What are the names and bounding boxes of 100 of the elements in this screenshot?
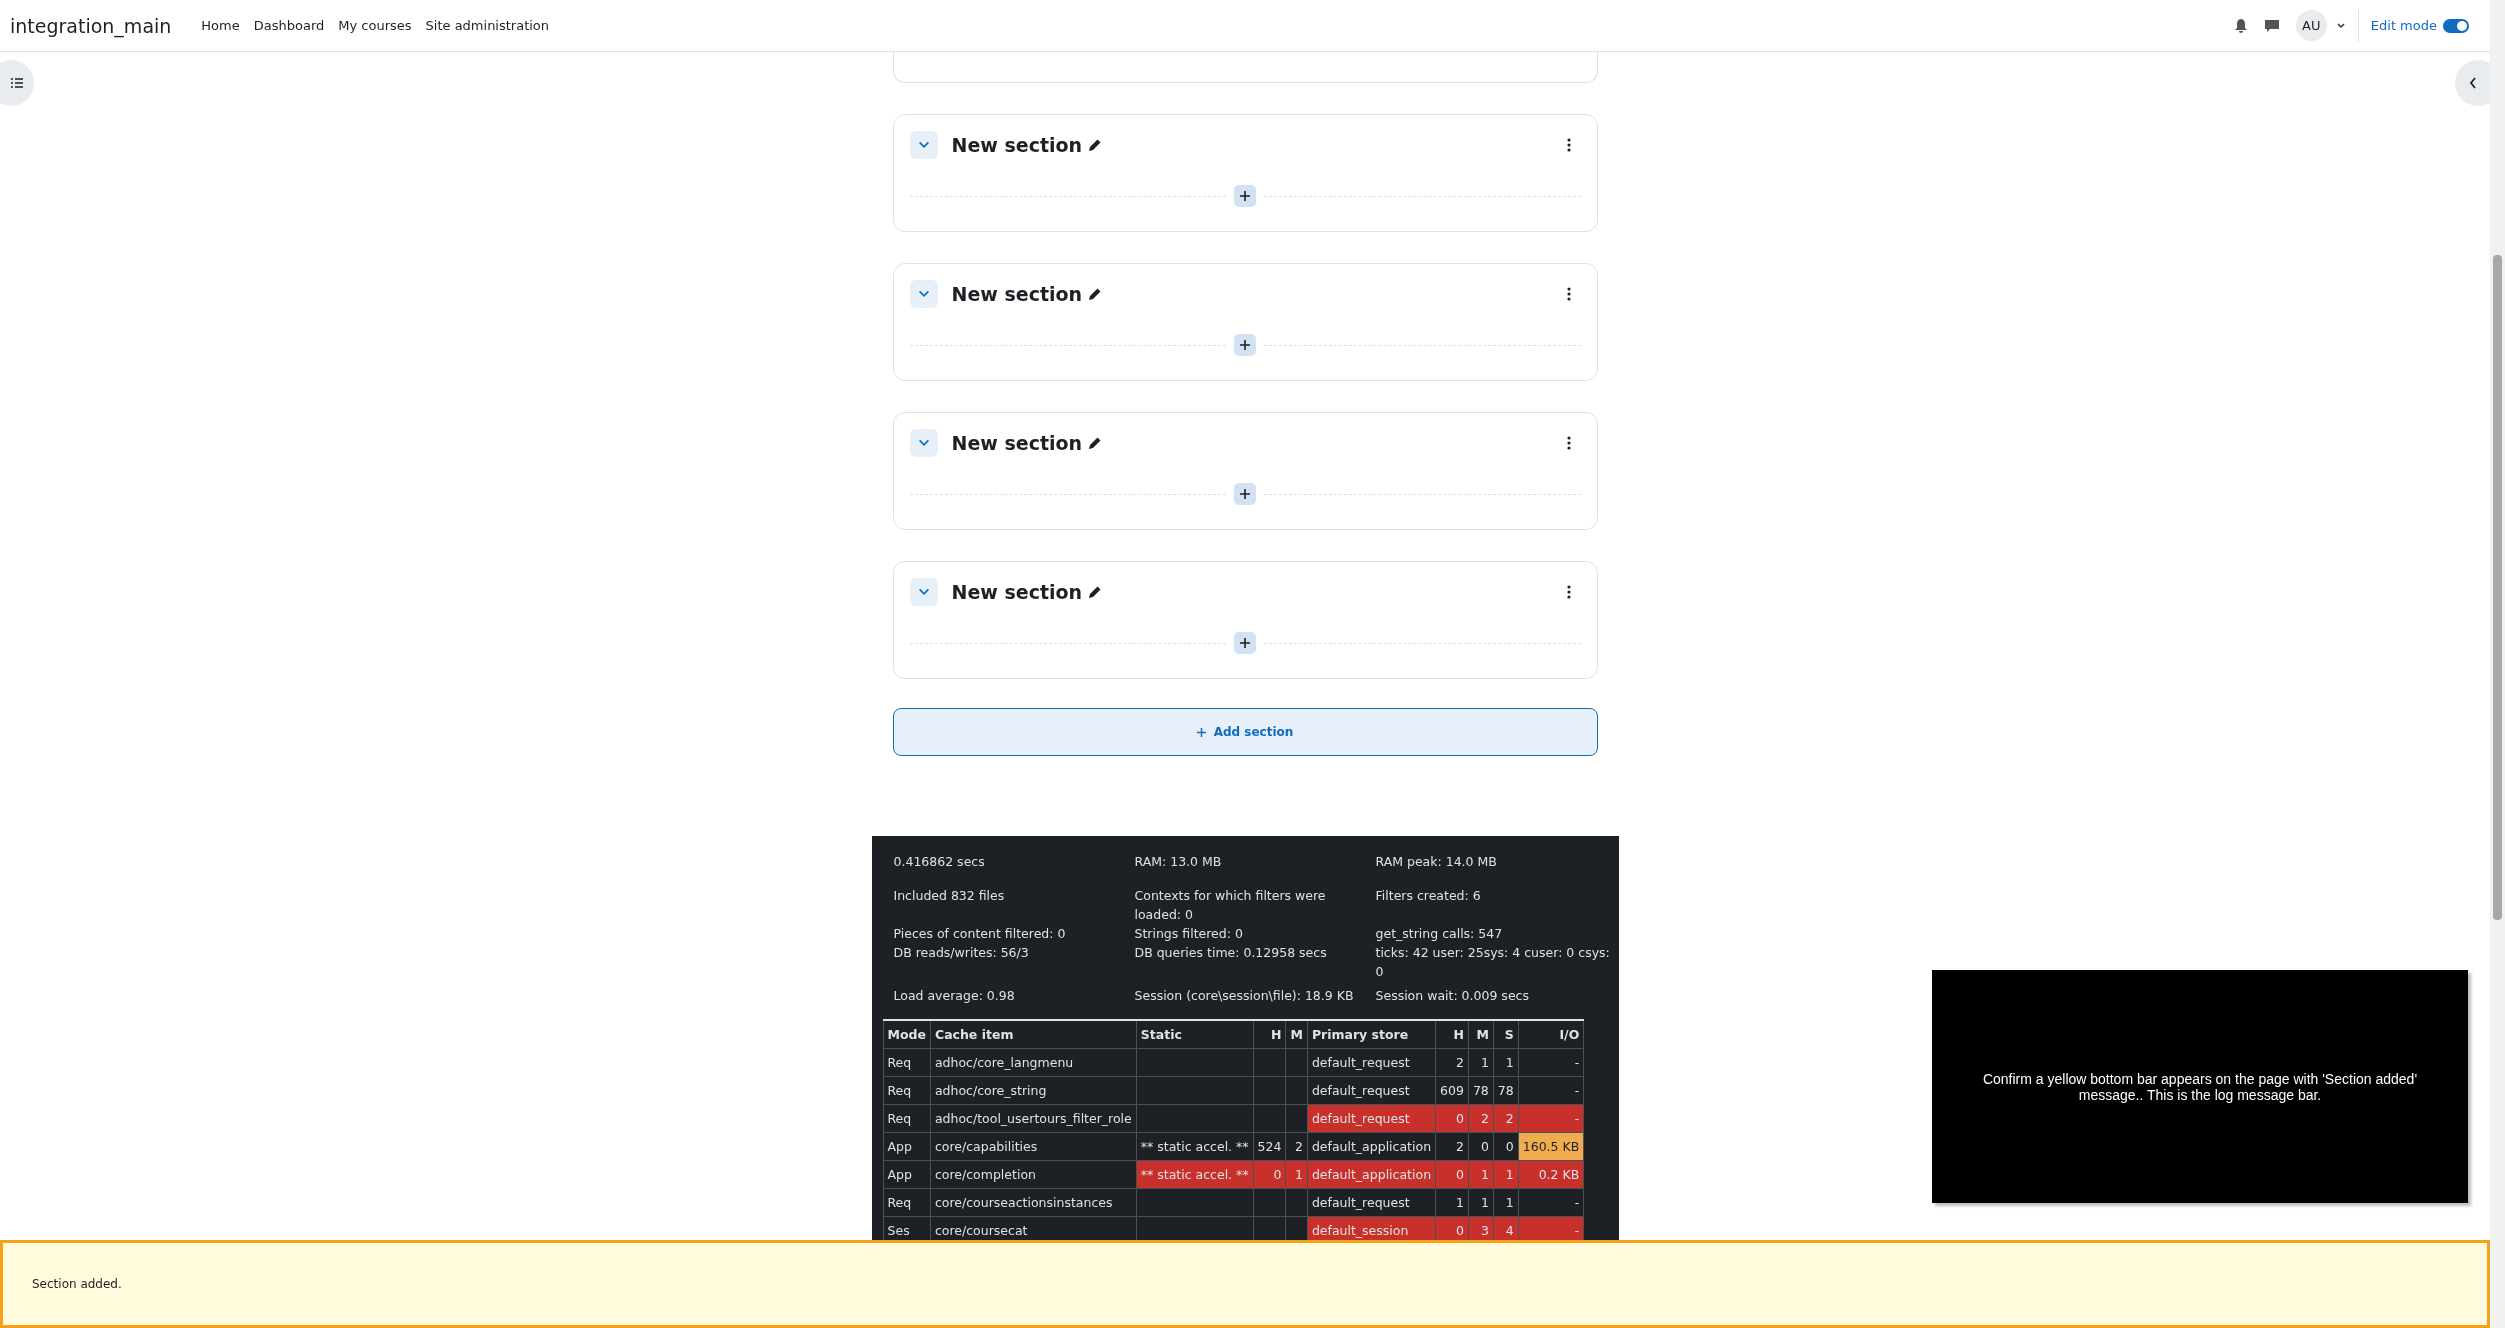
scrollbar[interactable] (2490, 0, 2505, 1328)
table-cell: - (1518, 1048, 1584, 1077)
kebab-menu-icon[interactable] (1566, 287, 1571, 301)
performance-stat: Load average: 0.98 (893, 987, 1016, 1005)
table-cell: Req (883, 1188, 931, 1217)
nav-link[interactable]: Home (201, 18, 240, 33)
table-cell (1253, 1048, 1286, 1077)
performance-stat: DB queries time: 0.12958 secs (1134, 944, 1328, 962)
table-cell: core/completion (930, 1160, 1137, 1189)
table-cell: default_request (1307, 1188, 1436, 1217)
table-cell (1285, 1188, 1308, 1217)
pencil-icon[interactable] (1088, 585, 1103, 599)
table-cell (1253, 1188, 1286, 1217)
pencil-icon[interactable] (1088, 287, 1103, 301)
chat-icon[interactable] (2263, 17, 2280, 34)
column-header: I/O (1518, 1020, 1584, 1049)
add-activity-button[interactable] (1234, 632, 1256, 654)
log-message: Section added. (32, 1277, 122, 1291)
table-cell: adhoc/core_string (930, 1076, 1137, 1105)
pencil-icon[interactable] (1088, 436, 1103, 450)
nav-link[interactable]: Dashboard (253, 18, 325, 33)
table-cell: 1 (1435, 1188, 1469, 1217)
table-cell: 2 (1435, 1048, 1469, 1077)
table-cell (1253, 1076, 1286, 1105)
plus-icon (1240, 191, 1250, 201)
nav-link[interactable]: My courses (338, 18, 412, 33)
table-cell (1285, 1076, 1308, 1105)
table-cell: - (1518, 1104, 1584, 1133)
kebab-menu-icon[interactable] (1566, 138, 1571, 152)
column-header: Cache item (930, 1020, 1137, 1049)
performance-stat: ticks: 42 user: 25sys: 4 cuser: 0 csys: 0 (1375, 944, 1611, 981)
course-index-button[interactable] (0, 60, 34, 106)
plus-icon (1240, 489, 1250, 499)
table-cell: - (1518, 1076, 1584, 1105)
add-section-button[interactable]: Add section (892, 708, 1598, 756)
table-cell: adhoc/core_langmenu (930, 1048, 1137, 1077)
edit-mode-label: Edit mode (2370, 18, 2437, 33)
table-cell: 78 (1468, 1076, 1494, 1105)
add-activity-button[interactable] (1234, 483, 1256, 505)
bell-icon[interactable] (2233, 17, 2248, 34)
table-cell: ** static accel. ** (1136, 1132, 1254, 1161)
table-cell: default_request (1307, 1076, 1436, 1105)
table-cell (1253, 1104, 1286, 1133)
kebab-menu-icon[interactable] (1566, 585, 1571, 599)
table-cell (1285, 1048, 1308, 1077)
performance-stat: Filters created: 6 (1375, 887, 1482, 905)
site-name[interactable]: integration_main (10, 14, 172, 37)
chevron-left-icon (2468, 77, 2477, 89)
table-cell: default_request (1307, 1048, 1436, 1077)
plus-icon (1240, 340, 1250, 350)
section-title: New section (951, 134, 1083, 156)
column-header: M (1468, 1020, 1494, 1049)
table-cell: - (1518, 1188, 1584, 1217)
add-activity-button[interactable] (1234, 185, 1256, 207)
column-header: Primary store (1307, 1020, 1436, 1049)
caret-icon[interactable] (2335, 21, 2346, 30)
table-cell: ** static accel. ** (1136, 1160, 1254, 1189)
performance-stat: get_string calls: 547 (1375, 925, 1504, 943)
column-header: S (1493, 1020, 1519, 1049)
performance-stat: DB reads/writes: 56/3 (893, 944, 1030, 962)
table-cell: Req (883, 1104, 931, 1133)
performance-stat: Pieces of content filtered: 0 (893, 925, 1067, 943)
table-cell: Req (883, 1076, 931, 1105)
table-cell: App (883, 1160, 931, 1189)
performance-stat: RAM peak: 14.0 MB (1375, 853, 1498, 871)
pencil-icon[interactable] (1088, 138, 1103, 152)
table-cell: 0 (1493, 1132, 1519, 1161)
table-cell (1285, 1104, 1308, 1133)
table-cell: 0.2 KB (1518, 1160, 1584, 1189)
table-cell: default_application (1307, 1160, 1436, 1189)
user-avatar[interactable]: AU (2295, 10, 2327, 41)
column-header: Static (1136, 1020, 1254, 1049)
section-title: New section (951, 283, 1083, 305)
table-cell: 0 (1468, 1132, 1494, 1161)
column-header: M (1285, 1020, 1308, 1049)
table-cell: 2 (1285, 1132, 1308, 1161)
performance-stat: Strings filtered: 0 (1134, 925, 1244, 943)
plus-icon (1196, 727, 1206, 737)
performance-stat: Session (core\session\file): 18.9 KB (1134, 987, 1355, 1005)
table-cell: 160.5 KB (1518, 1132, 1584, 1161)
column-header: Mode (883, 1020, 931, 1049)
table-cell: 1 (1493, 1188, 1519, 1217)
table-cell: 524 (1253, 1132, 1286, 1161)
table-cell: 1 (1468, 1048, 1494, 1077)
list-icon (11, 78, 23, 88)
performance-stat: 0.416862 secs (893, 853, 986, 871)
table-cell: 609 (1435, 1076, 1469, 1105)
edit-mode-toggle[interactable] (2443, 18, 2469, 33)
table-cell: core/courseactionsinstances (930, 1188, 1137, 1217)
performance-stat: Included 832 files (893, 887, 1006, 905)
nav-link[interactable]: Site administration (425, 18, 550, 33)
kebab-menu-icon[interactable] (1566, 436, 1571, 450)
performance-stat: Session wait: 0.009 secs (1375, 987, 1530, 1005)
table-cell: default_application (1307, 1132, 1436, 1161)
test-instruction: Confirm a yellow bottom bar appears on the page with 'Section added' message.. This is the log message bar. (1932, 970, 2468, 1203)
table-cell: 1 (1468, 1188, 1494, 1217)
performance-stat: RAM: 13.0 MB (1134, 853, 1223, 871)
add-activity-button[interactable] (1234, 334, 1256, 356)
column-header: H (1253, 1020, 1286, 1049)
table-cell: 78 (1493, 1076, 1519, 1105)
